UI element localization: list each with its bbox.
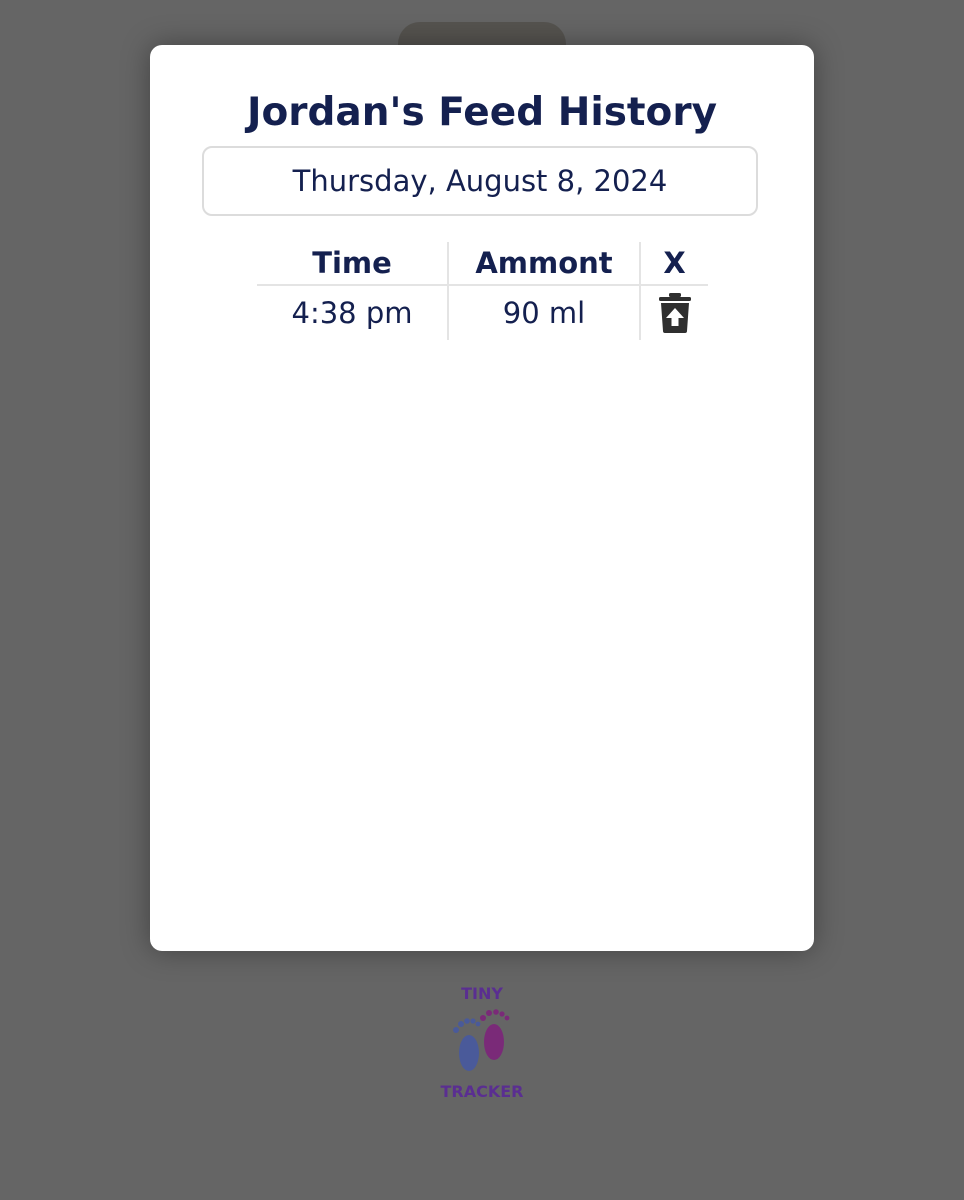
tiny-tracker-logo: TINY TRACKER	[432, 984, 532, 1114]
delete-cell	[639, 285, 708, 340]
feed-time-cell: 4:38 pm	[291, 296, 413, 330]
column-header-amount: Ammont	[447, 242, 640, 286]
baby-feet-icon	[453, 1009, 510, 1071]
table-header-row: Time Ammont X	[257, 242, 708, 286]
feed-history-modal: Jordan's Feed History Thursday, August 8…	[150, 45, 814, 951]
column-header-time: Time	[257, 242, 448, 286]
logo-text-bottom: TRACKER	[440, 1082, 524, 1101]
feed-amount-cell: 90 ml	[447, 285, 640, 340]
column-header-delete: X	[639, 242, 708, 286]
feed-history-table: Time Ammont X 4:38 pm 90 ml	[257, 242, 708, 340]
trash-restore-icon-graphic	[658, 293, 691, 333]
trash-restore-icon[interactable]	[658, 292, 692, 334]
modal-title: Jordan's Feed History	[246, 90, 718, 135]
date-selector[interactable]: Thursday, August 8, 2024	[202, 146, 758, 216]
app-screen: Jordan's Feed History Thursday, August 8…	[0, 0, 964, 1200]
table-row: 4:38 pm 90 ml	[257, 285, 708, 340]
logo-text-top: TINY	[461, 984, 503, 1003]
